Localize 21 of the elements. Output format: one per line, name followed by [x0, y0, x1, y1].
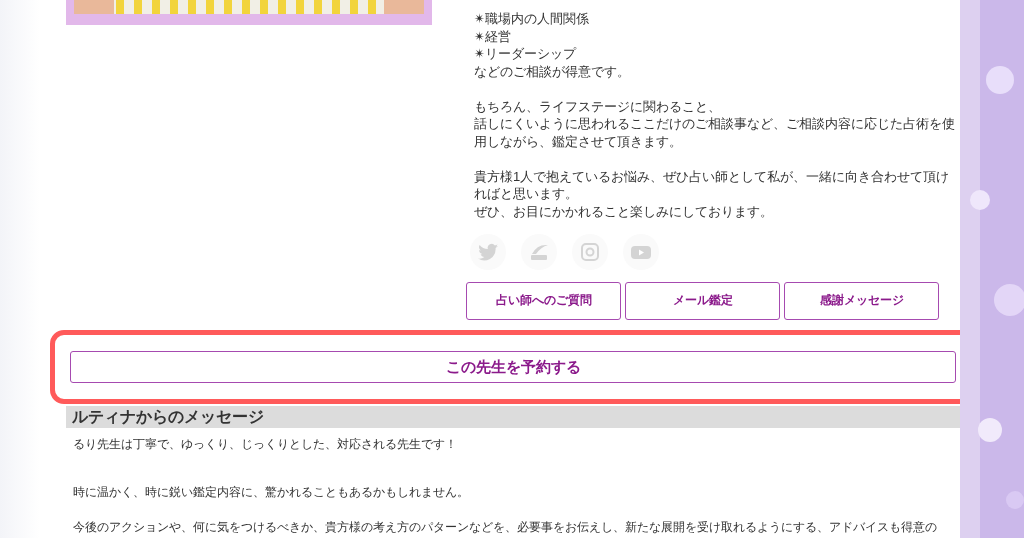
- message-paragraph: 時に温かく、時に鋭い鑑定内容に、驚かれることもあるかもしれません。: [73, 484, 470, 501]
- social-link[interactable]: [623, 234, 659, 270]
- social-link[interactable]: [521, 234, 557, 270]
- message-paragraph: 今後のアクションや、何に気をつけるべきか、貴方様の考え方のパターンなどを、必要事をお伝えし、新たな展開を受け取れるようにする、アドバイスも得意の: [73, 519, 938, 536]
- profile-paragraph: などのご相談が得意です。: [474, 62, 631, 80]
- specialty-text: ✴経営: [474, 27, 512, 45]
- section-heading: ルティナからのメッセージ: [66, 406, 960, 428]
- profile-paragraph: もちろん、ライフステージに関わること、: [474, 97, 722, 115]
- profile-paragraph: ぜひ、お目にかかれること楽しみにしております。: [474, 202, 774, 220]
- message-paragraph: るり先生は丁寧で、ゆっくり、じっくりとした、対応される先生です！: [73, 436, 458, 453]
- reserve-button[interactable]: この先生を予約する: [70, 351, 956, 383]
- social-link[interactable]: [470, 234, 506, 270]
- camera-icon: [578, 240, 602, 264]
- profile-link-button[interactable]: メール鑑定: [625, 282, 780, 320]
- profile-link-button[interactable]: 占い師へのご質問: [466, 282, 621, 320]
- profile-link-button[interactable]: 感謝メッセージ: [784, 282, 939, 320]
- specialty-text: ✴リーダーシップ: [474, 45, 578, 63]
- profile-paragraph: 話しにくいように思われるここだけのご相談事など、ご相談内容に応じた占術を使用しながら、鑑定させて頂きます。: [474, 115, 956, 150]
- profile-paragraph: 貴方様1人で抱えているお悩み、ぜひ占い師として私が、一緒に向き合わせて頂ければと思います。: [474, 167, 951, 203]
- specialty-text: ✴職場内の人間関係: [474, 10, 590, 28]
- social-link[interactable]: [572, 234, 608, 270]
